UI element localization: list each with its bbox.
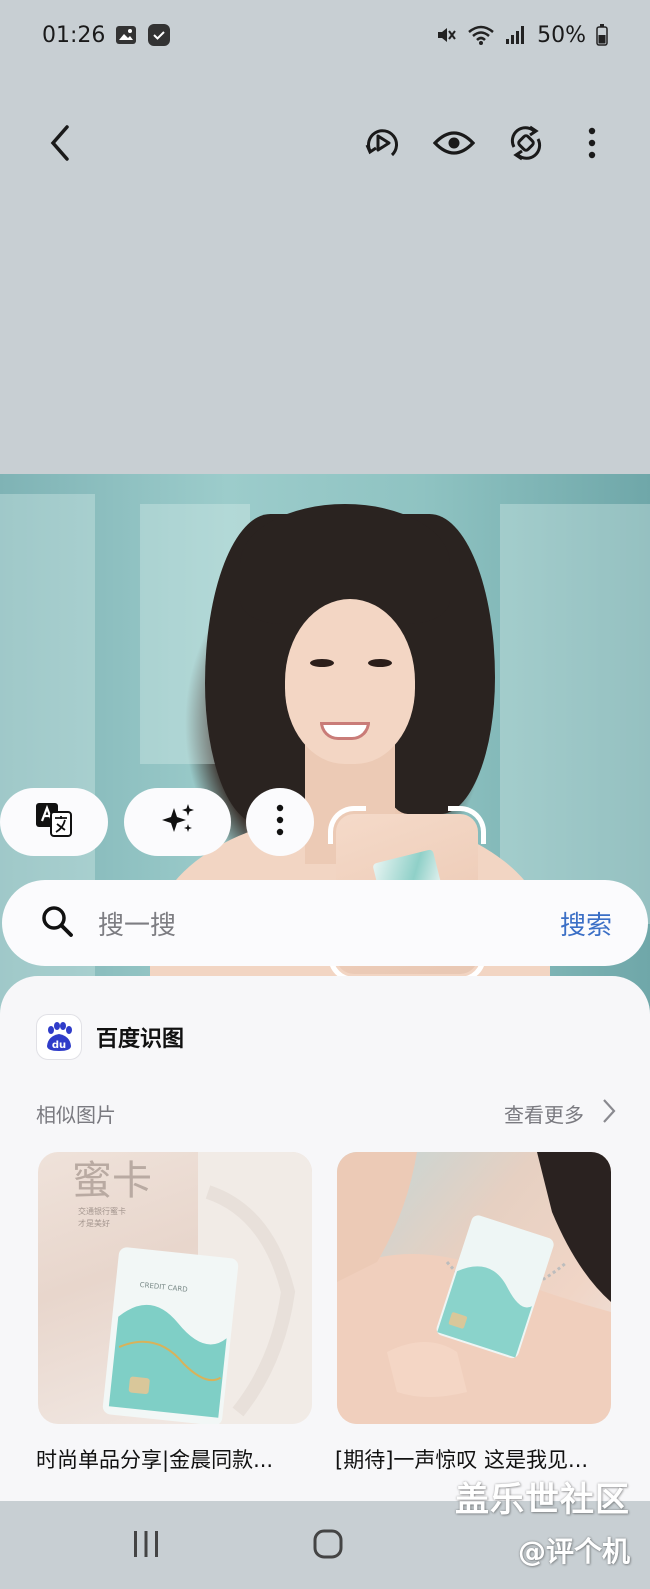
section-title: 相似图片 (36, 1103, 116, 1127)
thumb-caption-line: 才是美好 (78, 1218, 110, 1228)
battery-icon (596, 24, 608, 46)
search-bar[interactable]: 搜一搜 搜索 (2, 880, 648, 966)
watermark-text: 盖乐世社区 (455, 1480, 630, 1520)
results-sheet: du 百度识图 相似图片 查看更多 蜜卡 交通银行蜜卡 才是美好 CREDIT … (0, 976, 650, 1501)
back-button[interactable] (30, 105, 90, 185)
provider-header: du 百度识图 (36, 1014, 184, 1060)
motion-play-icon (362, 123, 402, 167)
window-light (500, 504, 650, 924)
baidu-logo-icon: du (36, 1014, 82, 1060)
viewer-toolbar (0, 105, 650, 185)
person-eye (368, 659, 392, 667)
ai-assist-button[interactable] (124, 788, 231, 856)
status-left: 01:26 (42, 23, 171, 48)
sparkle-icon (160, 802, 196, 842)
more-options-button[interactable] (562, 105, 622, 185)
mute-icon (435, 24, 457, 46)
search-input[interactable]: 搜一搜 (98, 905, 560, 942)
see-more-link[interactable]: 查看更多 (504, 1098, 616, 1129)
clock: 01:26 (42, 22, 106, 48)
translate-icon (35, 802, 73, 842)
svg-text:du: du (52, 1040, 66, 1051)
person-eye (310, 659, 334, 667)
home-button[interactable] (298, 1523, 358, 1569)
search-icon (40, 904, 74, 942)
recents-button[interactable] (116, 1523, 176, 1569)
home-icon (312, 1528, 344, 1564)
chevron-right-icon (602, 1098, 616, 1129)
more-actions-button[interactable] (246, 788, 314, 856)
battery-percent: 50% (537, 22, 586, 48)
see-more-label: 查看更多 (504, 1103, 584, 1127)
gallery-icon (115, 24, 137, 46)
view-button[interactable] (424, 105, 484, 185)
similar-images-header: 相似图片 查看更多 (36, 1098, 616, 1129)
rotate-icon (506, 123, 546, 167)
result-caption[interactable]: 时尚单品分享|金晨同款... (36, 1444, 314, 1474)
thumb-caption-line: 交通银行蜜卡 (78, 1206, 126, 1216)
result-thumbnail[interactable] (337, 1152, 611, 1424)
translate-button[interactable] (0, 788, 108, 856)
thumb-title-text: 蜜卡 (72, 1158, 152, 1204)
more-vert-icon (587, 126, 597, 164)
eye-icon (432, 128, 476, 162)
provider-name: 百度识图 (96, 1027, 185, 1052)
rotate-button[interactable] (496, 105, 556, 185)
result-caption[interactable]: [期待]一声惊叹 这是我见... (335, 1444, 613, 1474)
crop-handle[interactable] (328, 806, 366, 844)
search-button[interactable]: 搜索 (560, 905, 612, 942)
more-vert-icon (275, 803, 285, 841)
task-check-icon (147, 23, 171, 47)
signal-icon (505, 25, 527, 45)
motion-photo-button[interactable] (352, 105, 412, 185)
status-bar: 01:26 50% (0, 0, 650, 70)
watermark-handle: @评个机 (517, 1535, 630, 1568)
crop-handle[interactable] (448, 806, 486, 844)
recents-icon (131, 1529, 161, 1563)
status-right: 50% (435, 23, 608, 48)
wifi-icon (467, 24, 495, 46)
result-thumbnail[interactable]: 蜜卡 交通银行蜜卡 才是美好 CREDIT CARD (38, 1152, 312, 1424)
back-arrow-icon (47, 123, 73, 167)
